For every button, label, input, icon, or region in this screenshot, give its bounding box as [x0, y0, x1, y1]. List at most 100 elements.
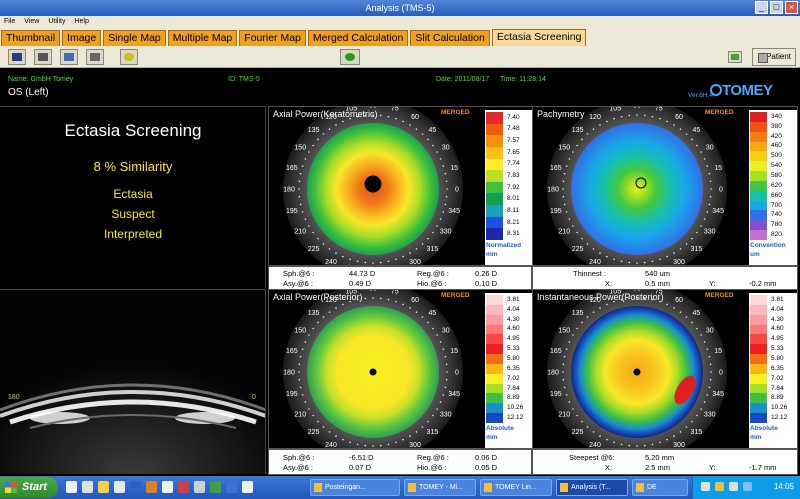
quicklaunch-firefox-icon[interactable]	[146, 481, 157, 493]
quicklaunch-folder-icon[interactable]	[98, 481, 109, 493]
tab-ectasia-screening[interactable]: Ectasia Screening	[491, 29, 587, 46]
print-button[interactable]	[34, 49, 52, 65]
scale-swatch	[750, 220, 767, 231]
patient-button[interactable]: Patient	[752, 48, 796, 66]
angle-label: 60	[675, 114, 683, 121]
center-marker	[369, 368, 377, 376]
tray-network-icon[interactable]	[701, 482, 710, 491]
tray-shield-icon[interactable]	[715, 482, 724, 491]
tab-merged-calculation[interactable]: Merged Calculation	[307, 30, 409, 46]
note-button[interactable]	[728, 51, 742, 63]
eye-side: OS (Left)	[8, 87, 49, 98]
tab-slit-calculation[interactable]: Slit Calculation	[410, 30, 490, 46]
sph-label: Sph.@6 :	[283, 269, 315, 278]
eye-toggle-button[interactable]	[340, 49, 360, 65]
quicklaunch-mail-icon[interactable]	[82, 481, 93, 493]
clock: 14:05	[773, 482, 794, 491]
scale-swatch	[486, 295, 503, 306]
scale-swatch	[486, 393, 503, 404]
quicklaunch-doc-icon[interactable]	[66, 481, 77, 493]
scale-swatch	[486, 112, 503, 125]
car-icon	[64, 53, 74, 61]
scale-swatch	[750, 171, 767, 182]
start-button[interactable]: Start	[0, 477, 58, 498]
scale-swatch	[486, 228, 503, 241]
scale-value: 7.02	[771, 374, 784, 382]
tab-multiple-map[interactable]: Multiple Map	[167, 30, 238, 46]
menu-utility[interactable]: Utility	[48, 16, 65, 28]
angle-label: 0	[719, 187, 723, 194]
angle-label: 330	[704, 229, 716, 236]
disc-button[interactable]	[120, 49, 138, 65]
angle-label: 240	[325, 442, 337, 449]
angle-label: 150	[558, 328, 570, 335]
quicklaunch-excel-icon[interactable]	[210, 481, 221, 493]
note-icon	[731, 54, 739, 60]
angle-label: 60	[675, 297, 683, 304]
tray-volume-icon[interactable]	[729, 482, 738, 491]
minimize-button[interactable]: _	[755, 1, 768, 14]
tab-image[interactable]: Image	[62, 30, 102, 46]
scale-value: 4.95	[771, 335, 784, 343]
angle-label: 300	[673, 259, 685, 266]
scale-swatch	[486, 181, 503, 194]
axial-posterior-stats: Sph.@6 : -6.51 D Reg.@6 : 0.06 D Asy.@6 …	[268, 449, 532, 475]
quicklaunch-acrobat-icon[interactable]	[178, 481, 189, 493]
scheimpflug-image: 180 0	[0, 289, 266, 474]
map-color-disc	[571, 123, 703, 255]
taskbar-task[interactable]: DE	[632, 479, 688, 496]
car-button[interactable]	[60, 49, 78, 65]
hio-label: Hio.@6 :	[417, 279, 447, 288]
axial-anterior-map[interactable]: 1059075120601354515030165150180345195330…	[268, 106, 534, 266]
scale-value: 660	[771, 191, 782, 199]
maximize-button[interactable]: □	[770, 1, 783, 14]
quicklaunch-app-icon[interactable]	[114, 481, 125, 493]
scale-swatch	[750, 141, 767, 152]
angle-label: 105	[609, 107, 621, 112]
taskbar-task[interactable]: TOMEY - Mi...	[404, 479, 476, 496]
angle-label: 300	[409, 442, 421, 449]
tab-fourier-map[interactable]: Fourier Map	[239, 30, 306, 46]
scale-swatch	[750, 373, 767, 385]
quicklaunch-window-icon[interactable]	[242, 481, 253, 493]
scale-value: 5.33	[771, 345, 784, 353]
tray-app-icon[interactable]	[743, 482, 752, 491]
quicklaunch-calendar-icon[interactable]	[162, 481, 173, 493]
merged-badge: MERGED	[705, 109, 734, 116]
center-marker	[633, 368, 641, 376]
tools-button[interactable]	[86, 49, 104, 65]
taskbar-task[interactable]: Analysis (T...	[556, 479, 628, 496]
instantaneous-posterior-map[interactable]: 1059075120601354515030165150180345195330…	[532, 289, 798, 449]
angle-label: 165	[550, 348, 562, 355]
scale-value: 12.12	[507, 414, 524, 422]
angle-label: 195	[550, 391, 562, 398]
scale-footer: Convention	[750, 242, 786, 249]
reg-value: 0.06 D	[475, 453, 498, 462]
angle-label: 240	[589, 259, 601, 266]
system-tray: 14:05	[692, 476, 800, 499]
scale-value: 7.65	[507, 148, 520, 156]
angle-label: 0	[455, 370, 459, 377]
tab-single-map[interactable]: Single Map	[103, 30, 166, 46]
quicklaunch-word-icon[interactable]	[226, 481, 237, 493]
close-button[interactable]: ×	[785, 1, 798, 14]
axial-posterior-map[interactable]: 1059075120601354515030165150180345195330…	[268, 289, 534, 449]
angle-label: 225	[572, 429, 584, 436]
title-bar: Analysis (TMS-5) _ □ ×	[0, 0, 800, 16]
scale-value: 6.35	[507, 364, 520, 372]
taskbar-task[interactable]: Posteingan...	[310, 479, 400, 496]
asy-value: 0.07 D	[349, 463, 372, 472]
menu-file[interactable]: File	[4, 16, 15, 28]
quicklaunch-tool-icon[interactable]	[194, 481, 205, 493]
scheimpflug-right-label: 0	[252, 394, 256, 401]
quicklaunch-ie-icon[interactable]	[130, 481, 141, 493]
scale-value: 3.81	[771, 295, 784, 303]
tab-thumbnail[interactable]: Thumbnail	[1, 30, 61, 46]
map-title: Axial Power(Posterior)	[273, 292, 363, 302]
menu-view[interactable]: View	[24, 16, 39, 28]
save-button[interactable]	[8, 49, 26, 65]
taskbar-task[interactable]: TOMEY Lin...	[480, 479, 552, 496]
angle-label: 180	[547, 187, 559, 194]
pachymetry-map[interactable]: 1059075120601354515030165150180345195330…	[532, 106, 798, 266]
menu-help[interactable]: Help	[74, 16, 88, 28]
